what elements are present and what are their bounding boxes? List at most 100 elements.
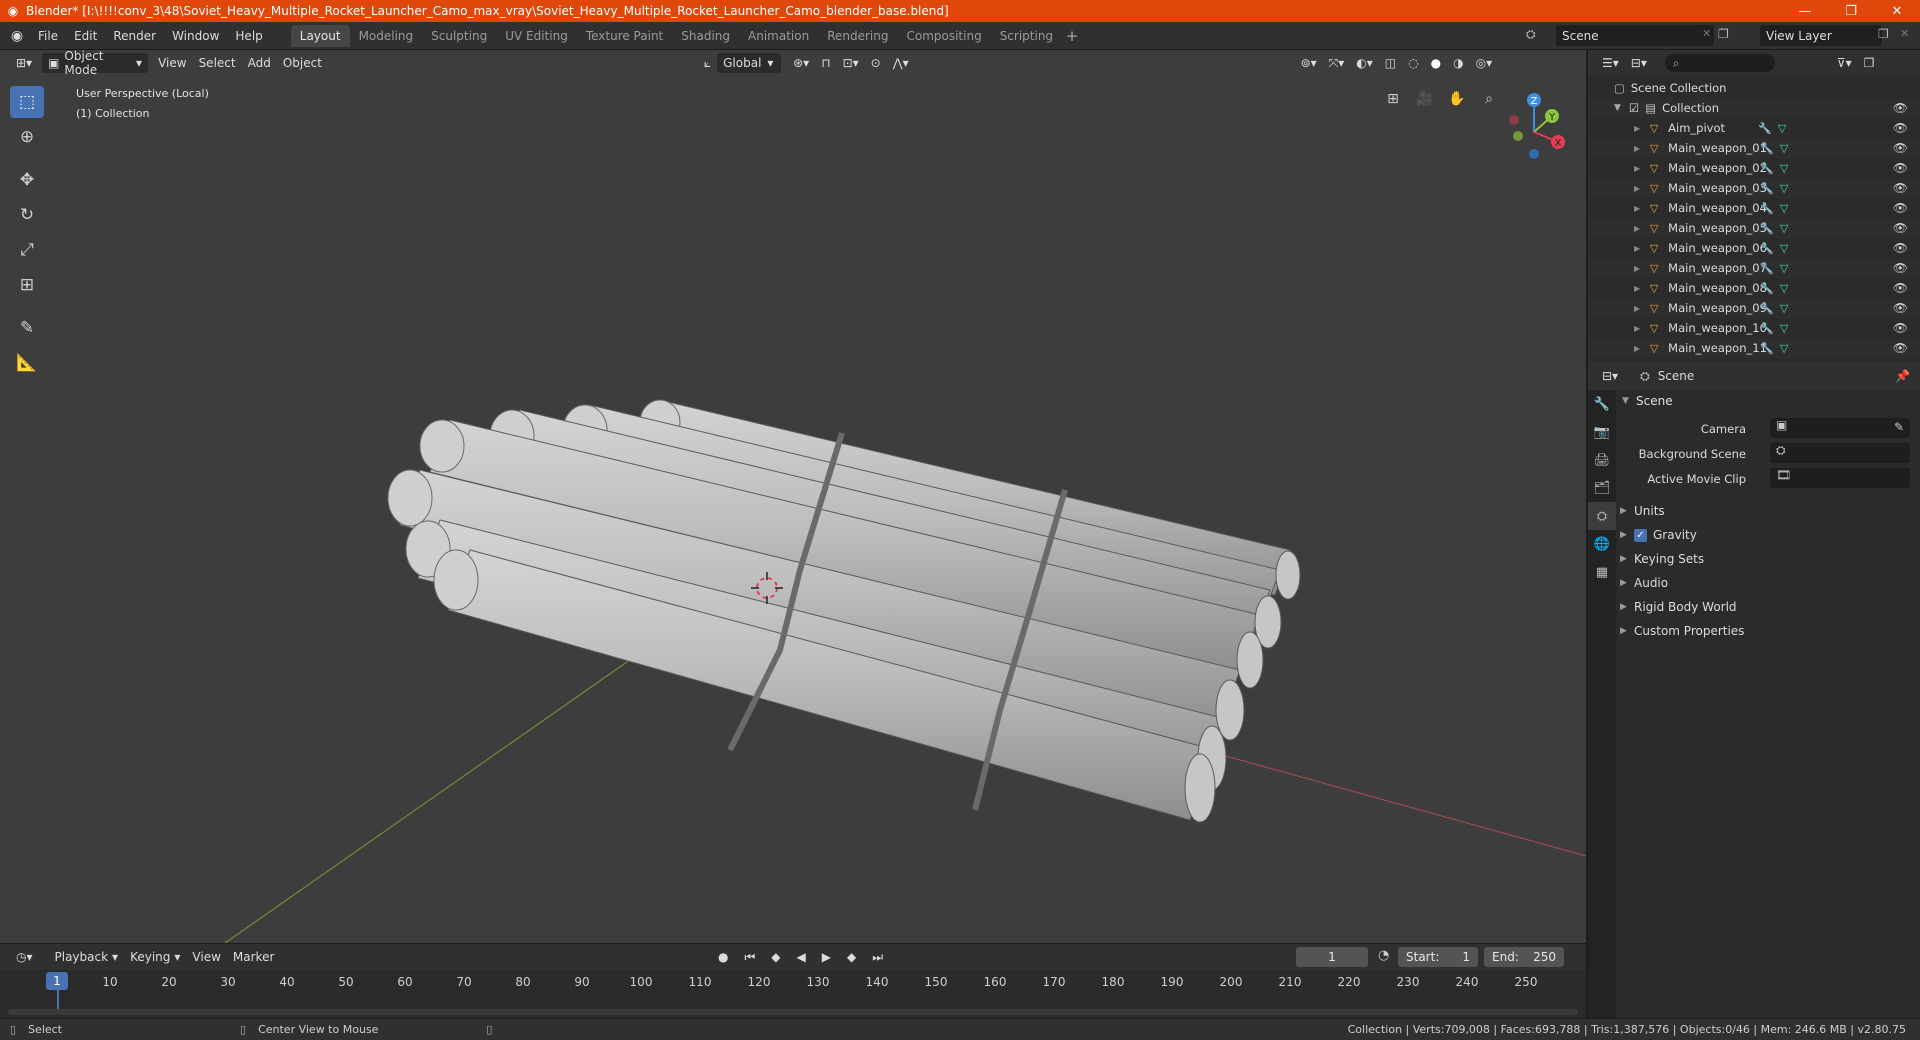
keying-sets-panel[interactable]: ▶ Keying Sets [1620, 548, 1916, 570]
new-collection-icon[interactable]: ❐ [1858, 53, 1881, 73]
solid-shading-icon[interactable]: ● [1425, 53, 1447, 73]
texture-tab-icon[interactable]: ▦ [1588, 558, 1616, 586]
output-tab-icon[interactable]: 🖨 [1588, 446, 1616, 474]
menu-playback[interactable]: Playback ▾ [49, 947, 125, 967]
measure-icon[interactable]: 📐 [10, 347, 44, 379]
cursor-icon[interactable]: ⊕ [10, 121, 44, 153]
outliner-item[interactable]: ▶ ▽ Main_weapon_01 🔧 ▽ 👁 [1588, 138, 1920, 158]
tab-uv-editing[interactable]: UV Editing [496, 25, 577, 47]
menu-select[interactable]: Select [193, 53, 242, 73]
material-shading-icon[interactable]: ◑ [1447, 53, 1469, 73]
modifier-icon[interactable]: 🔧 [1760, 202, 1774, 215]
filter-icon[interactable]: ⊽▾ [1831, 53, 1858, 73]
menu-keying[interactable]: Keying ▾ [124, 947, 186, 967]
tab-texture-paint[interactable]: Texture Paint [577, 25, 672, 47]
scene-panel-header[interactable]: ▼ Scene [1622, 390, 1673, 412]
eyedropper-icon[interactable]: ✎ [1894, 420, 1904, 434]
expand-arrow-icon[interactable]: ▶ [1634, 144, 1640, 153]
proportional-edit-icon[interactable]: ⊙ [865, 53, 887, 73]
jump-end-icon[interactable]: ⏭ [866, 947, 889, 967]
minimize-button[interactable]: — [1782, 0, 1828, 22]
modifier-icon[interactable]: 🔧 [1760, 162, 1774, 175]
tab-scripting[interactable]: Scripting [991, 25, 1062, 47]
neg-x-handle[interactable] [1509, 115, 1519, 125]
timeline-editor-type-icon[interactable]: ◷▾ [10, 947, 39, 967]
close-button[interactable]: ✕ [1874, 0, 1920, 22]
jump-start-icon[interactable]: ⏮ [738, 947, 761, 967]
eye-icon[interactable]: 👁 [1893, 241, 1908, 255]
snap-icon[interactable]: ⊓ [815, 53, 836, 73]
end-frame-field[interactable]: End: 250 [1484, 947, 1564, 967]
camera-view-icon[interactable]: 🎥 [1412, 86, 1438, 112]
outliner-search-input[interactable]: ⌕ [1664, 54, 1775, 72]
modifier-icon[interactable]: 🔧 [1760, 342, 1774, 355]
mesh-data-icon[interactable]: ▽ [1780, 322, 1788, 335]
eye-icon[interactable]: 👁 [1893, 161, 1908, 175]
start-frame-field[interactable]: Start: 1 [1398, 947, 1478, 967]
expand-arrow-icon[interactable]: ▼ [1614, 103, 1621, 113]
tab-animation[interactable]: Animation [739, 25, 818, 47]
mesh-data-icon[interactable]: ▽ [1780, 182, 1788, 195]
tab-modeling[interactable]: Modeling [350, 25, 423, 47]
select-box-icon[interactable]: ⬚ [10, 86, 44, 118]
expand-arrow-icon[interactable]: ▶ [1634, 264, 1640, 273]
modifier-icon[interactable]: 🔧 [1760, 142, 1774, 155]
eye-icon[interactable]: 👁 [1893, 181, 1908, 195]
mesh-data-icon[interactable]: ▽ [1780, 222, 1788, 235]
tab-shading[interactable]: Shading [672, 25, 739, 47]
expand-arrow-icon[interactable]: ▶ [1634, 344, 1640, 353]
falloff-icon[interactable]: ⋀▾ [887, 53, 915, 73]
scene-collection-row[interactable]: ▢ Scene Collection [1588, 78, 1920, 98]
modifier-icon[interactable]: 🔧 [1760, 322, 1774, 335]
units-panel[interactable]: ▶ Units [1620, 500, 1916, 522]
timeline-scrollbar[interactable] [8, 1009, 1578, 1015]
outliner-item[interactable]: ▶ ▽ Main_weapon_03 🔧 ▽ 👁 [1588, 178, 1920, 198]
outliner-item[interactable]: ▶ ▽ Main_weapon_04 🔧 ▽ 👁 [1588, 198, 1920, 218]
render-tab-icon[interactable]: 📷 [1588, 418, 1616, 446]
modifier-icon[interactable]: 🔧 [1760, 262, 1774, 275]
rotate-icon[interactable]: ↻ [10, 199, 44, 231]
transform-icon[interactable]: ⊞ [10, 269, 44, 301]
menu-timeline-view[interactable]: View [186, 947, 226, 967]
display-mode-icon[interactable]: ⊟▾ [1625, 53, 1653, 73]
gravity-panel[interactable]: ▶ ✓ Gravity [1620, 524, 1916, 546]
modifier-icon[interactable]: 🔧 [1760, 182, 1774, 195]
expand-arrow-icon[interactable]: ▶ [1634, 224, 1640, 233]
mesh-data-icon[interactable]: ▽ [1778, 122, 1786, 135]
grid-view-icon[interactable]: ⊞ [1380, 86, 1406, 112]
menu-render[interactable]: Render [105, 22, 164, 50]
new-view-layer-icon[interactable]: ❐ [1878, 27, 1889, 41]
current-frame-field[interactable]: 1 [1296, 947, 1368, 967]
3d-viewport[interactable]: ⊞▾ ▣ Object Mode ▾ View Select Add Objec… [0, 50, 1586, 943]
wireframe-shading-icon[interactable]: ◌ [1402, 53, 1424, 73]
outliner-item[interactable]: ▶ ▽ Main_weapon_02 🔧 ▽ 👁 [1588, 158, 1920, 178]
expand-arrow-icon[interactable]: ▶ [1634, 164, 1640, 173]
navigation-gizmo[interactable]: Z Y X [1490, 86, 1570, 166]
outliner-item[interactable]: ▶ ▽ Main_weapon_08 🔧 ▽ 👁 [1588, 278, 1920, 298]
scene-selector[interactable]: Scene [1556, 25, 1714, 46]
mesh-data-icon[interactable]: ▽ [1780, 342, 1788, 355]
menu-window[interactable]: Window [164, 22, 227, 50]
view-layer-tab-icon[interactable]: 🗂 [1588, 474, 1616, 502]
expand-arrow-icon[interactable]: ▶ [1634, 204, 1640, 213]
menu-help[interactable]: Help [227, 22, 270, 50]
modifier-icon[interactable]: 🔧 [1760, 282, 1774, 295]
outliner-item[interactable]: ▶ ▽ Main_weapon_10 🔧 ▽ 👁 [1588, 318, 1920, 338]
active-movie-clip-field[interactable]: 🎞 [1770, 468, 1910, 488]
rocket-launcher-model[interactable] [387, 399, 1301, 823]
outliner-item[interactable]: ▶ ▽ Main_weapon_11 🔧 ▽ 👁 [1588, 338, 1920, 358]
menu-object[interactable]: Object [277, 53, 328, 73]
expand-arrow-icon[interactable]: ▶ [1634, 284, 1640, 293]
current-frame-indicator[interactable]: 1 [46, 972, 68, 990]
outliner-editor-type-icon[interactable]: ☰▾ [1596, 53, 1625, 73]
maximize-button[interactable]: ❐ [1828, 0, 1874, 22]
rendered-shading-icon[interactable]: ◎▾ [1470, 53, 1499, 73]
eye-icon[interactable]: 👁 [1893, 141, 1908, 155]
background-scene-field[interactable]: ⛭ [1770, 443, 1910, 463]
eye-icon[interactable]: 👁 [1893, 261, 1908, 275]
outliner-item[interactable]: ▶ ▽ Main_weapon_05 🔧 ▽ 👁 [1588, 218, 1920, 238]
clock-icon[interactable]: ◔ [1378, 948, 1389, 963]
mesh-data-icon[interactable]: ▽ [1780, 162, 1788, 175]
play-icon[interactable]: ▶ [816, 947, 837, 967]
remove-scene-icon[interactable]: ✕ [1702, 27, 1711, 40]
